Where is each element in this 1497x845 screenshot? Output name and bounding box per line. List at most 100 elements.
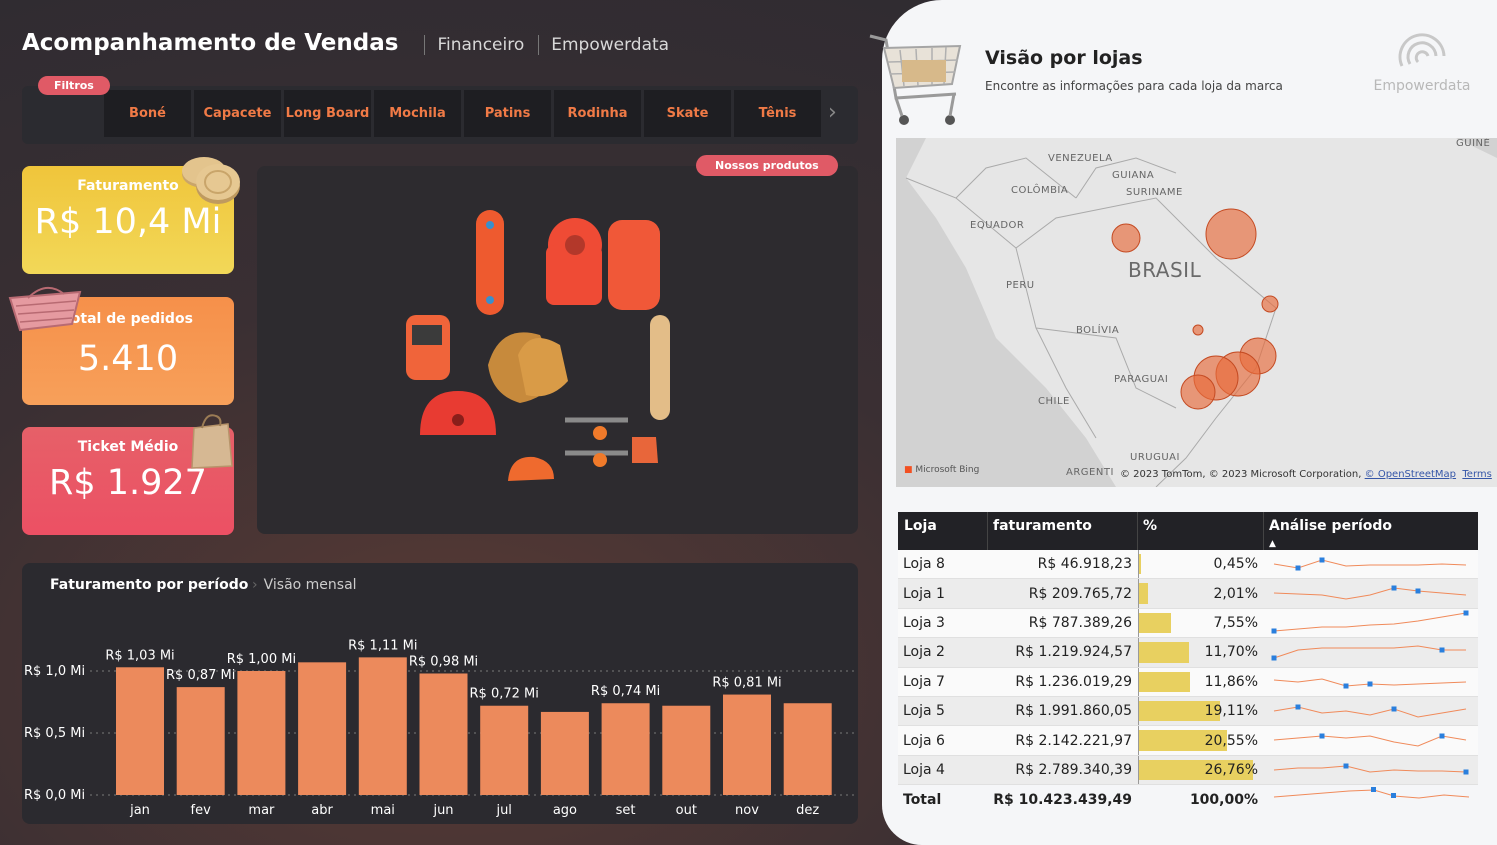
cell-fat: R$ 46.918,23 [1037, 556, 1132, 573]
filters-badge: Filtros [38, 76, 110, 95]
bar-fev[interactable] [176, 687, 225, 795]
cell-loja: Loja 1 [903, 585, 945, 602]
bar-jan[interactable] [116, 667, 164, 795]
osm-link[interactable]: © OpenStreetMap [1365, 469, 1456, 480]
table-row[interactable]: Loja 3 R$ 787.389,26 7,55% [898, 608, 1478, 639]
cell-pct-value: 11,86% [1204, 673, 1258, 690]
cell-pct-value: 26,76% [1204, 761, 1258, 778]
table-row[interactable]: Loja 8 R$ 46.918,23 0,45% [898, 550, 1478, 580]
bar-mar[interactable] [237, 671, 286, 795]
cell-fat: R$ 2.142.221,97 [1015, 732, 1132, 749]
empowerdata-logo-icon [1398, 33, 1446, 67]
cell-loja: Loja 2 [903, 644, 945, 661]
stores-title: Visão por lojas [985, 47, 1143, 69]
x-tick-label: jul [495, 803, 511, 818]
cell-pct: 7,55% [1138, 608, 1264, 638]
map-bubbles [1111, 208, 1279, 410]
cell-sparkline [1264, 697, 1478, 725]
cell-fat: R$ 1.236.019,29 [1015, 673, 1132, 690]
x-tick-label: fev [191, 803, 212, 818]
spark-marker [1319, 557, 1325, 563]
bing-label: Microsoft Bing [915, 465, 980, 475]
total-pct: 100,00% [1189, 792, 1258, 809]
cell-loja: Loja 4 [903, 761, 945, 778]
data-label: R$ 1,11 Mi [348, 638, 417, 653]
bar-set[interactable] [601, 703, 650, 795]
store-bubble [1261, 295, 1279, 313]
cell-loja: Loja 5 [903, 703, 945, 720]
bar-mai[interactable] [358, 657, 407, 795]
cell-pct-value: 2,01% [1213, 585, 1258, 602]
col-faturamento[interactable]: faturamento [988, 512, 1138, 550]
cell-sparkline [1264, 668, 1478, 696]
cell-loja: Loja 6 [903, 732, 945, 749]
cell-pct: 11,70% [1138, 638, 1264, 667]
cell-fat: R$ 1.991.860,05 [1015, 703, 1132, 720]
data-label: R$ 0,87 Mi [166, 668, 235, 683]
spark-marker [1271, 655, 1277, 661]
table-row[interactable]: Loja 2 R$ 1.219.924,57 11,70% [898, 638, 1478, 668]
table-row[interactable]: Loja 7 R$ 1.236.019,29 11,86% [898, 667, 1478, 697]
cell-pct-value: 20,55% [1204, 732, 1258, 749]
total-sparkline [1264, 785, 1478, 815]
x-tick-label: dez [796, 803, 819, 818]
spark-marker [1439, 733, 1445, 739]
pct-bar [1139, 642, 1189, 663]
pct-bar [1139, 583, 1148, 604]
cell-pct-value: 11,70% [1204, 644, 1258, 661]
cell-sparkline [1264, 638, 1478, 666]
y-tick-label: R$ 0,0 Mi [24, 788, 85, 803]
cell-fat: R$ 2.789.340,39 [1015, 761, 1132, 778]
cell-sparkline [1264, 756, 1478, 784]
spark-marker [1391, 706, 1397, 712]
table-row[interactable]: Loja 5 R$ 1.991.860,05 19,11% [898, 696, 1478, 727]
cell-loja: Loja 8 [903, 556, 945, 573]
cell-pct: 20,55% [1138, 726, 1264, 755]
x-tick-label: set [616, 803, 636, 818]
stores-map[interactable]: VENEZUELA GUIANA SURINAME COLÔMBIA EQUAD… [896, 138, 1497, 487]
spark-marker [1439, 647, 1445, 653]
x-tick-label: ago [553, 803, 577, 818]
x-tick-label: jun [432, 803, 453, 818]
table-row[interactable]: Loja 4 R$ 2.789.340,39 26,76% [898, 755, 1478, 786]
x-tick-label: out [676, 803, 697, 818]
bar-out[interactable] [662, 705, 711, 795]
cell-fat: R$ 1.219.924,57 [1015, 644, 1132, 661]
table-row[interactable]: Loja 1 R$ 209.765,72 2,01% [898, 579, 1478, 609]
spark-marker [1415, 588, 1421, 594]
stores-table: Loja faturamento % Análise período ▲ Loja… [898, 512, 1478, 815]
cell-pct: 0,45% [1138, 550, 1264, 579]
pct-bar [1139, 612, 1172, 634]
spark-marker [1343, 763, 1349, 769]
bar-jul[interactable] [480, 705, 529, 795]
data-label: R$ 0,72 Mi [470, 687, 539, 702]
map-credit: © 2023 TomTom, © 2023 Microsoft Corporat… [1120, 469, 1492, 480]
col-pct[interactable]: % [1138, 512, 1264, 550]
products-badge: Nossos produtos [696, 155, 838, 176]
bar-ago[interactable] [540, 711, 589, 795]
data-label: R$ 1,03 Mi [105, 648, 174, 663]
bar-abr[interactable] [298, 662, 347, 795]
cell-sparkline [1264, 579, 1478, 607]
sort-asc-icon[interactable]: ▲ [1269, 539, 1276, 549]
col-analise[interactable]: Análise período ▲ [1264, 512, 1478, 550]
bar-dez[interactable] [783, 703, 832, 795]
store-bubble [1192, 324, 1204, 336]
x-tick-label: mai [371, 803, 395, 818]
terms-link[interactable]: Terms [1462, 469, 1491, 480]
stores-subtitle: Encontre as informações para cada loja d… [985, 79, 1283, 93]
store-bubble [1180, 374, 1216, 410]
col-loja[interactable]: Loja [898, 512, 988, 550]
table-row[interactable]: Loja 6 R$ 2.142.221,97 20,55% [898, 726, 1478, 756]
spark-marker [1295, 704, 1301, 710]
spark-marker [1463, 610, 1469, 616]
col-analise-label: Análise período [1269, 518, 1393, 534]
cell-sparkline [1264, 550, 1478, 578]
spark-marker [1343, 683, 1349, 689]
bar-nov[interactable] [723, 694, 771, 795]
data-label: R$ 0,98 Mi [409, 654, 478, 669]
pct-bar [1139, 671, 1190, 692]
bar-jun[interactable] [419, 673, 468, 795]
data-label: R$ 1,00 Mi [227, 652, 296, 667]
spark-marker [1319, 733, 1325, 739]
